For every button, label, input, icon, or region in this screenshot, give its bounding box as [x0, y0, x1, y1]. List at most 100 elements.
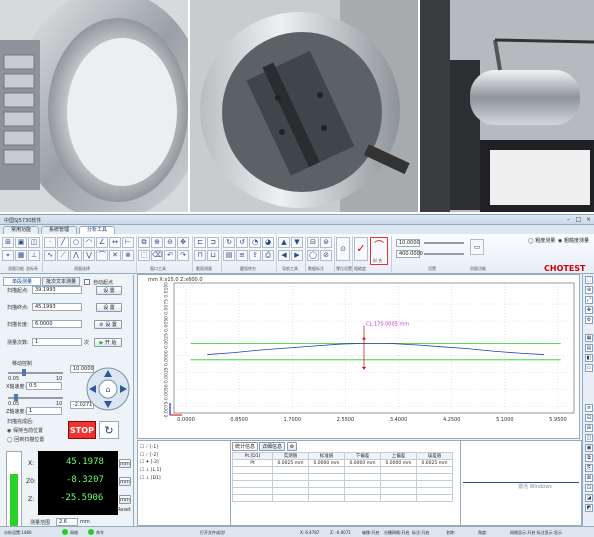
profile-chart[interactable]: 0.0000 0.8500 1.7000 2.5500 3.4000 4.2500 5.10…	[138, 275, 581, 440]
tool-7-icon[interactable]: ▤	[585, 344, 593, 352]
tool-9-icon[interactable]: ▭	[585, 364, 593, 372]
product-item-1[interactable]: ☐ ⟋ [-1]	[140, 444, 230, 450]
gear-tool-icon[interactable]: ⚙	[585, 316, 593, 324]
grid-icon[interactable]: ▦	[15, 250, 27, 261]
tool-20-icon[interactable]: ◩	[585, 504, 593, 512]
z0-unit-button[interactable]: mm	[119, 477, 131, 486]
print-icon[interactable]: ⎙	[262, 250, 274, 261]
nav-right-icon[interactable]: ▶	[291, 250, 303, 261]
export-icon[interactable]: ⇪	[249, 250, 261, 261]
minimize-button[interactable]: –	[564, 216, 573, 223]
label-icon[interactable]: ⊟	[307, 237, 319, 248]
tool-12-icon[interactable]: ⊞	[585, 424, 593, 432]
point-icon[interactable]: ·	[44, 237, 56, 248]
scan-start-input[interactable]: 39.1993	[32, 286, 82, 294]
x-speed-slider-thumb[interactable]	[22, 369, 26, 376]
fit-icon[interactable]: ⊗	[122, 250, 134, 261]
peak-icon[interactable]: ⋀	[70, 250, 82, 261]
product-item-3[interactable]: ☐ ✦ [-3]	[140, 460, 230, 465]
tab-analysis[interactable]: 分析工具	[79, 226, 115, 234]
ribbon-slider-1[interactable]	[424, 242, 464, 244]
pan-tool-icon[interactable]: ✥	[585, 306, 593, 314]
window-icon[interactable]: ⧉	[138, 237, 150, 248]
cross-icon[interactable]: ✕	[109, 250, 121, 261]
clear-icon[interactable]: ⌫	[151, 250, 163, 261]
tool-17-icon[interactable]: ⊠	[585, 474, 593, 482]
radius-icon[interactable]: ◔	[249, 237, 261, 248]
refresh-button[interactable]: ↻	[99, 421, 119, 439]
radio-roughness[interactable]: ◉ 粗糙度测量	[558, 237, 589, 244]
save-icon[interactable]: ◫	[28, 237, 40, 248]
tool-10-icon[interactable]: ≡	[585, 404, 593, 412]
open-icon[interactable]: ▣	[15, 237, 27, 248]
nav-up-icon[interactable]: ▲	[278, 237, 290, 248]
select-tool-icon[interactable]: ⬚	[585, 276, 593, 284]
tab-batch-measure[interactable]: 批次文本测量	[42, 277, 80, 286]
ribbon-slider-2[interactable]	[424, 253, 464, 255]
reset-button[interactable]: Reset	[117, 507, 131, 513]
section-icon[interactable]: ⊏	[194, 237, 206, 248]
tab-single-measure[interactable]: 单段测量	[3, 277, 41, 286]
radius2-icon[interactable]: ◕	[262, 237, 274, 248]
z-speed-slider-thumb[interactable]	[14, 394, 18, 401]
tool-14-icon[interactable]: ▣	[585, 444, 593, 452]
zero-icon[interactable]: ⊙	[336, 237, 350, 261]
tab-statistics[interactable]: 统计信息	[232, 442, 258, 451]
tool-16-icon[interactable]: ⎘	[585, 464, 593, 472]
label2-icon[interactable]: ⊜	[320, 237, 332, 248]
tab-details[interactable]: 详细信息	[259, 442, 285, 451]
z-unit-button[interactable]: mm	[119, 495, 131, 504]
table-row[interactable]: Pt 0.0025 mm 0.0000 mm 0.0000 mm 0.0000 …	[232, 459, 453, 467]
stop-button[interactable]: STOP	[68, 421, 96, 439]
radio-roughness-outline[interactable]: ◯ 粗度测量	[528, 237, 555, 244]
rotate-icon[interactable]: ↻	[223, 237, 235, 248]
ribbon-slider-value-2[interactable]: 400.0000	[396, 250, 423, 258]
maximize-button[interactable]: □	[574, 216, 583, 223]
x-speed-slider[interactable]	[8, 372, 63, 374]
zoom-tool-icon[interactable]: ⊕	[585, 286, 593, 294]
tool-15-icon[interactable]: ⧉	[585, 454, 593, 462]
ruler-icon[interactable]: ⊢	[122, 237, 134, 248]
tool-19-icon[interactable]: ◪	[585, 494, 593, 502]
label4-icon[interactable]: ⊘	[320, 250, 332, 261]
table-icon[interactable]: ▤	[223, 250, 235, 261]
pan-icon[interactable]: ✥	[177, 237, 189, 248]
x-speed-input[interactable]: 0.5	[26, 382, 62, 390]
distance-icon[interactable]: ↔	[109, 237, 121, 248]
valley-icon[interactable]: ⋁	[83, 250, 95, 261]
label3-icon[interactable]: ◯	[307, 250, 319, 261]
scan-end-set-button[interactable]: 设 置	[96, 303, 122, 312]
product-item-2[interactable]: ☐ ⟋ [-2]	[140, 452, 230, 458]
section2-icon[interactable]: ⊐	[207, 237, 219, 248]
tab-system[interactable]: 系统管理	[41, 226, 77, 234]
ribbon-slider-value-1[interactable]: 10.0000	[396, 239, 420, 247]
scan-start-set-button[interactable]: 设 置	[96, 286, 122, 295]
tool-6-icon[interactable]: ▦	[585, 334, 593, 342]
axis-icon[interactable]: ⊥	[28, 250, 40, 261]
tool-18-icon[interactable]: ⊡	[585, 484, 593, 492]
circle-icon[interactable]: ○	[70, 237, 82, 248]
auto-start-checkbox[interactable]	[84, 279, 90, 285]
rotate2-icon[interactable]: ↺	[236, 237, 248, 248]
list-icon[interactable]: ≡	[236, 250, 248, 261]
z-speed-input[interactable]: 1	[26, 407, 62, 415]
curve-icon[interactable]: ∿	[44, 250, 56, 261]
return-position-radio[interactable]: ◯ 回到扫描位置	[7, 436, 44, 443]
close-button[interactable]: ×	[584, 216, 593, 223]
nav-down-icon[interactable]: ▼	[291, 237, 303, 248]
tool-11-icon[interactable]: ⊟	[585, 414, 593, 422]
measure-count-input[interactable]: 1	[32, 338, 82, 346]
tool-13-icon[interactable]: ◫	[585, 434, 593, 442]
section4-icon[interactable]: ⊔	[207, 250, 219, 261]
monitor-icon[interactable]: ▭	[470, 239, 484, 255]
settings-gear-button[interactable]: ⚙	[287, 442, 297, 451]
section3-icon[interactable]: ⊓	[194, 250, 206, 261]
check-icon[interactable]: ✓	[354, 237, 368, 261]
direction-pad[interactable]: ⌂	[86, 367, 130, 411]
measure-icon[interactable]: ⊞	[2, 237, 14, 248]
angle-icon[interactable]: ∠	[96, 237, 108, 248]
zoom-in-icon[interactable]: ⊕	[151, 237, 163, 248]
product-item-5[interactable]: ☐ ⊥ [D1]	[140, 476, 230, 481]
select-icon[interactable]: ⬚	[138, 250, 150, 261]
zoom-out-icon[interactable]: ⊖	[164, 237, 176, 248]
